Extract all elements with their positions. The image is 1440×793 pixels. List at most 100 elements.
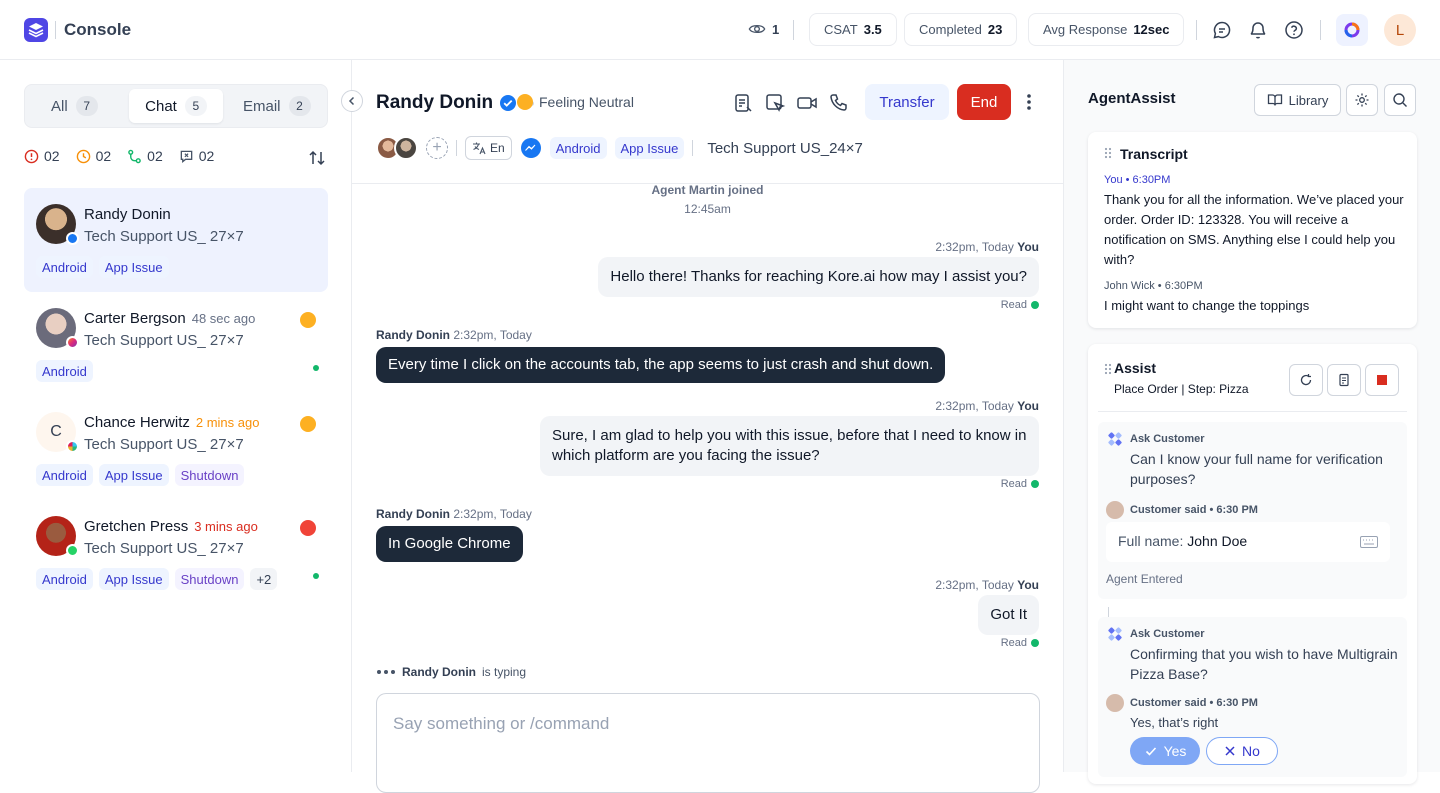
step-label: Ask Customer bbox=[1130, 433, 1205, 445]
end-chat-button[interactable]: End bbox=[957, 84, 1011, 120]
field-value: John Doe bbox=[1187, 533, 1248, 549]
console-logo-icon[interactable] bbox=[24, 18, 48, 42]
kore-ai-icon[interactable] bbox=[1336, 14, 1368, 46]
csat-value: 3.5 bbox=[863, 22, 882, 37]
alert-icon bbox=[24, 149, 39, 163]
sort-icon[interactable] bbox=[307, 148, 327, 168]
conversation-item[interactable]: Carter Bergson 48 sec ago Tech Support US… bbox=[24, 292, 328, 396]
message-time: 2:32pm, Today bbox=[453, 328, 532, 342]
read-label: Read bbox=[1000, 299, 1027, 311]
completed-label: Completed bbox=[919, 22, 982, 37]
no-button[interactable]: No bbox=[1206, 737, 1278, 765]
csat-stat: CSAT 3.5 bbox=[809, 13, 897, 46]
online-dot bbox=[313, 365, 319, 371]
contact-name-row: Gretchen Press 3 mins ago bbox=[84, 518, 258, 535]
more-tags[interactable]: +2 bbox=[250, 568, 278, 590]
customer-said-label: Customer said • 6:30 PM bbox=[1130, 504, 1258, 516]
agent-message: Got It bbox=[978, 595, 1039, 635]
typing-indicator: Randy Donin is typing bbox=[376, 665, 526, 679]
library-label: Library bbox=[1288, 92, 1329, 108]
tab-email[interactable]: Email 2 bbox=[231, 89, 323, 123]
agent-assist-title: AgentAssist bbox=[1088, 90, 1176, 107]
conversation-item[interactable]: Gretchen Press 3 mins ago Tech Support US… bbox=[24, 500, 328, 604]
transcript-meta: John Wick • 6:30PM bbox=[1104, 280, 1203, 292]
messenger-icon bbox=[66, 232, 79, 245]
full-name-field[interactable]: Full name: John Doe bbox=[1106, 522, 1390, 562]
contact-queue: Tech Support US_ 27×7 bbox=[84, 332, 244, 349]
help-icon[interactable] bbox=[1284, 20, 1304, 40]
assist-card: Assist Place Order | Step: Pizza Ask Cus… bbox=[1088, 344, 1417, 784]
tag: Shutdown bbox=[174, 464, 245, 486]
tab-chat[interactable]: Chat 5 bbox=[129, 89, 223, 123]
drag-handle-icon[interactable] bbox=[1104, 147, 1112, 159]
contact-name: Chance Herwitz bbox=[84, 414, 190, 431]
stop-icon[interactable] bbox=[1365, 364, 1399, 396]
tab-all[interactable]: All 7 bbox=[39, 89, 110, 123]
language-selector[interactable]: En bbox=[465, 136, 512, 160]
bell-icon[interactable] bbox=[1248, 20, 1268, 40]
document-icon[interactable] bbox=[1327, 364, 1361, 396]
filter-transferred[interactable]: 02 bbox=[127, 148, 163, 164]
transcript-text: Thank you for all the information. We’ve… bbox=[1104, 192, 1404, 267]
yes-button[interactable]: Yes bbox=[1130, 737, 1200, 765]
typing-name: Randy Donin bbox=[402, 665, 476, 679]
divider bbox=[1320, 20, 1321, 40]
video-call-icon[interactable] bbox=[796, 92, 818, 114]
transfer-button[interactable]: Transfer bbox=[865, 84, 949, 120]
tag: App Issue bbox=[98, 568, 169, 590]
filter-urgent-count: 02 bbox=[44, 148, 60, 164]
participants bbox=[376, 136, 418, 160]
assist-title: Assist bbox=[1114, 360, 1157, 376]
filter-waiting[interactable]: 02 bbox=[76, 148, 112, 164]
conversation-tags: Android bbox=[36, 360, 93, 382]
customer-said: Customer said • 6:30 PM bbox=[1106, 501, 1258, 519]
message-composer[interactable]: Say something or /command bbox=[376, 693, 1040, 793]
yes-label: Yes bbox=[1163, 743, 1187, 759]
add-participant-button[interactable]: + bbox=[426, 137, 448, 159]
channel-tabs: All 7 Chat 5 Email 2 bbox=[24, 84, 328, 128]
tag: Android bbox=[36, 464, 93, 486]
top-bar: Console 1 CSAT 3.5 Completed 23 Avg Respon… bbox=[0, 0, 1440, 60]
agent-message: Sure, I am glad to help you with this is… bbox=[540, 416, 1039, 476]
restart-icon[interactable] bbox=[1289, 364, 1323, 396]
divider bbox=[1196, 20, 1197, 40]
no-label: No bbox=[1242, 743, 1260, 759]
agent-message: Hello there! Thanks for reaching Kore.ai… bbox=[598, 257, 1039, 297]
phone-icon[interactable] bbox=[828, 92, 850, 114]
more-options-icon[interactable] bbox=[1021, 92, 1037, 112]
filter-waiting-count: 02 bbox=[95, 148, 112, 164]
last-activity-time: 2 mins ago bbox=[195, 415, 260, 430]
mood-label: Feeling Neutral bbox=[539, 94, 634, 110]
assist-step-item: Ask Customer Confirming that you wish to… bbox=[1098, 617, 1407, 777]
settings-gear-icon[interactable] bbox=[1346, 84, 1378, 116]
completed-value: 23 bbox=[987, 22, 1003, 37]
read-receipt: Read bbox=[1001, 478, 1039, 490]
conversation-item[interactable]: C Chance Herwitz 2 mins ago Tech Support … bbox=[24, 396, 328, 500]
library-button[interactable]: Library bbox=[1254, 84, 1341, 116]
system-message: Agent Martin joined bbox=[651, 183, 764, 197]
filter-flagged[interactable]: 02 bbox=[179, 148, 214, 164]
contact-queue: Tech Support US_ 27×7 bbox=[84, 436, 244, 453]
cobrowse-icon[interactable] bbox=[764, 92, 786, 114]
message-meta: Randy Donin 2:32pm, Today bbox=[376, 507, 532, 521]
search-icon[interactable] bbox=[1384, 84, 1416, 116]
message-meta: 2:32pm, Today You bbox=[935, 240, 1039, 254]
filter-urgent[interactable]: 02 bbox=[24, 148, 60, 164]
drag-handle-icon[interactable] bbox=[1104, 363, 1112, 375]
read-receipt: Read bbox=[1001, 299, 1039, 311]
chat-bubble-icon[interactable] bbox=[1212, 20, 1232, 40]
tag: Android bbox=[36, 568, 93, 590]
notes-icon[interactable] bbox=[732, 92, 754, 114]
keyboard-icon[interactable] bbox=[1360, 536, 1378, 548]
tag: Android bbox=[36, 256, 93, 278]
conversation-item[interactable]: Randy Donin Tech Support US_ 27×7 Androi… bbox=[24, 188, 328, 292]
conversation-tags: Android App Issue Shutdown bbox=[36, 464, 245, 486]
read-label: Read bbox=[1000, 478, 1027, 490]
filter-transferred-count: 02 bbox=[147, 148, 163, 164]
queue-name: Tech Support US_24×7 bbox=[707, 139, 863, 157]
collapse-panel-button[interactable] bbox=[341, 90, 363, 112]
last-activity-time: 48 sec ago bbox=[191, 311, 256, 326]
customer-name: Randy Donin bbox=[376, 92, 494, 113]
transcript-card: Transcript You • 6:30PM Thank you for al… bbox=[1088, 132, 1417, 328]
user-avatar[interactable]: L bbox=[1384, 14, 1416, 46]
